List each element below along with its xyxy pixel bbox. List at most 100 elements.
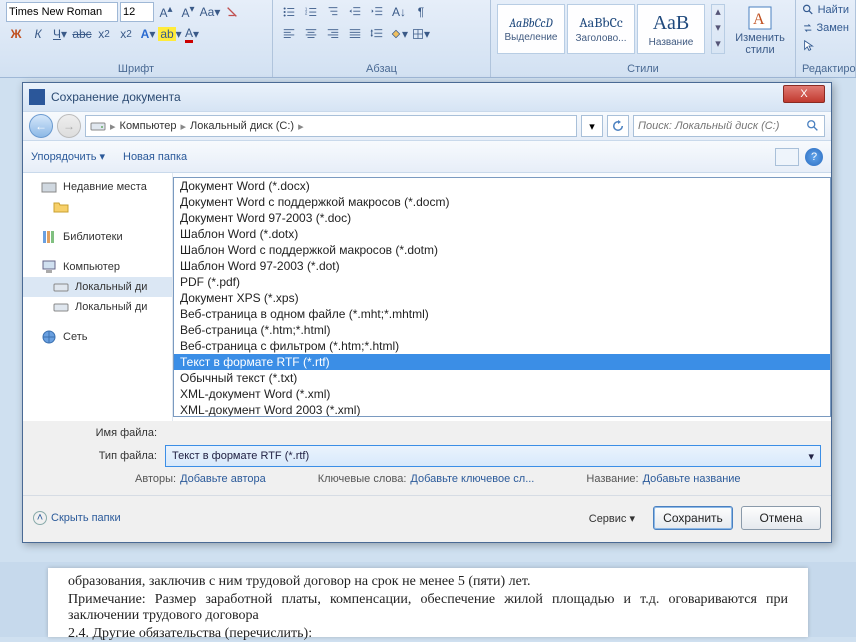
ribbon-group-font: A▴ A▾ Aa▾ Ж К Ч▾ abc x2 x2 A▾ ab▾ A▾ Шри… (0, 0, 273, 77)
style-title[interactable]: АаВ Название (637, 4, 705, 54)
nav-back-button[interactable]: ← (29, 114, 53, 138)
font-name-select[interactable] (6, 2, 118, 22)
sort-button[interactable]: A↓ (389, 2, 409, 22)
search-box[interactable] (633, 115, 825, 137)
styles-group-label: Стили (497, 63, 789, 77)
gallery-more-icon[interactable]: ▾ (712, 37, 724, 53)
nav-network[interactable]: Сеть (23, 327, 172, 347)
keywords-value[interactable]: Добавьте ключевое сл... (410, 473, 534, 485)
ribbon-group-paragraph: 12 A↓ ¶ ▾ ▾ Абзац (273, 0, 491, 77)
nav-folder[interactable] (23, 197, 172, 217)
filetype-option[interactable]: Веб-страница с фильтром (*.htm;*.html) (174, 338, 830, 354)
nav-local-disk-1[interactable]: Локальный ди (23, 277, 172, 297)
decrease-indent-button[interactable] (345, 2, 365, 22)
filetype-option[interactable]: Текст в формате RTF (*.rtf) (174, 354, 830, 370)
style-heading[interactable]: AaBbCc Заголово... (567, 4, 635, 54)
authors-label: Авторы: (135, 473, 176, 485)
libraries-icon (41, 230, 57, 244)
align-center-button[interactable] (301, 24, 321, 44)
select-button[interactable] (802, 38, 849, 54)
filetype-option[interactable]: Документ Word (*.docx) (174, 178, 830, 194)
nav-libraries[interactable]: Библиотеки (23, 227, 172, 247)
hide-folders-button[interactable]: ˄ Скрыть папки (33, 511, 121, 525)
filetype-option[interactable]: Шаблон Word с поддержкой макросов (*.dot… (174, 242, 830, 258)
subscript-button[interactable]: x2 (94, 24, 114, 44)
nav-recent[interactable]: Недавние места (23, 177, 172, 197)
nav-pane: Недавние места Библиотеки Компьютер Лока… (23, 173, 173, 421)
filetype-dropdown[interactable]: Документ Word (*.docx)Документ Word с по… (173, 177, 831, 417)
address-dropdown-button[interactable]: ▾ (581, 115, 603, 137)
multilevel-button[interactable] (323, 2, 343, 22)
style-emphasis[interactable]: AaBbCcD Выделение (497, 4, 565, 54)
bullets-button[interactable] (279, 2, 299, 22)
filetype-option[interactable]: Документ Word 97-2003 (*.doc) (174, 210, 830, 226)
bold-button[interactable]: Ж (6, 24, 26, 44)
gallery-up-icon[interactable]: ▴ (712, 5, 724, 21)
nav-computer[interactable]: Компьютер (23, 257, 172, 277)
nav-forward-button[interactable]: → (57, 114, 81, 138)
find-icon (802, 3, 815, 17)
change-styles-button[interactable]: A Изменить стили (731, 2, 789, 56)
filetype-select[interactable]: Текст в формате RTF (*.rtf)▾ (165, 445, 821, 467)
clear-format-button[interactable] (222, 2, 242, 22)
gallery-down-icon[interactable]: ▾ (712, 21, 724, 37)
borders-button[interactable]: ▾ (411, 24, 431, 44)
organize-button[interactable]: Упорядочить ▾ (31, 150, 105, 163)
path-computer[interactable]: Компьютер (120, 120, 177, 132)
find-button[interactable]: Найти (802, 2, 849, 18)
show-marks-button[interactable]: ¶ (411, 2, 431, 22)
select-icon (802, 39, 816, 53)
cancel-button[interactable]: Отмена (741, 506, 821, 530)
search-input[interactable] (638, 120, 806, 132)
italic-button[interactable]: К (28, 24, 48, 44)
save-form: Имя файла: Тип файла: Текст в формате RT… (23, 421, 831, 495)
line-spacing-button[interactable] (367, 24, 387, 44)
authors-value[interactable]: Добавьте автора (180, 473, 266, 485)
filetype-option[interactable]: Шаблон Word 97-2003 (*.dot) (174, 258, 830, 274)
refresh-button[interactable] (607, 115, 629, 137)
justify-button[interactable] (345, 24, 365, 44)
keywords-label: Ключевые слова: (318, 473, 407, 485)
save-button[interactable]: Сохранить (653, 506, 733, 530)
shading-button[interactable]: ▾ (389, 24, 409, 44)
replace-button[interactable]: Замен (802, 20, 849, 36)
filetype-option[interactable]: XML-документ Word 2003 (*.xml) (174, 402, 830, 417)
filetype-option[interactable]: Веб-страница (*.htm;*.html) (174, 322, 830, 338)
path-disk[interactable]: Локальный диск (C:) (190, 120, 294, 132)
filetype-option[interactable]: XML-документ Word (*.xml) (174, 386, 830, 402)
numbering-button[interactable]: 12 (301, 2, 321, 22)
filetype-option[interactable]: Шаблон Word (*.dotx) (174, 226, 830, 242)
change-case-button[interactable]: Aa▾ (200, 2, 220, 22)
filetype-option[interactable]: Обычный текст (*.txt) (174, 370, 830, 386)
font-color-button[interactable]: A▾ (182, 24, 202, 44)
service-button[interactable]: Сервис ▾ (589, 512, 635, 525)
highlight-button[interactable]: ab▾ (160, 24, 180, 44)
address-bar[interactable]: ▸ Компьютер ▸ Локальный диск (C:) ▸ (85, 115, 577, 137)
increase-indent-button[interactable] (367, 2, 387, 22)
help-button[interactable]: ? (805, 148, 823, 166)
shrink-font-button[interactable]: A▾ (178, 2, 198, 22)
save-dialog: Сохранение документа X ← → ▸ Компьютер ▸… (22, 82, 832, 543)
explorer-toolbar: Упорядочить ▾ Новая папка ? (23, 141, 831, 173)
filetype-option[interactable]: PDF (*.pdf) (174, 274, 830, 290)
filetype-option[interactable]: Документ XPS (*.xps) (174, 290, 830, 306)
grow-font-button[interactable]: A▴ (156, 2, 176, 22)
view-button[interactable] (775, 148, 799, 166)
filetype-option[interactable]: Документ Word с поддержкой макросов (*.d… (174, 194, 830, 210)
font-size-select[interactable] (120, 2, 154, 22)
title-value[interactable]: Добавьте название (643, 473, 741, 485)
doc-line: Примечание: Размер заработной платы, ком… (68, 592, 788, 624)
arrow-right-icon: → (63, 119, 75, 133)
text-effects-button[interactable]: A▾ (138, 24, 158, 44)
underline-button[interactable]: Ч▾ (50, 24, 70, 44)
nav-local-disk-2[interactable]: Локальный ди (23, 297, 172, 317)
styles-gallery[interactable]: AaBbCcD Выделение AaBbCc Заголово... АаВ… (497, 4, 705, 54)
strike-button[interactable]: abc (72, 24, 92, 44)
align-right-button[interactable] (323, 24, 343, 44)
align-left-button[interactable] (279, 24, 299, 44)
close-button[interactable]: X (783, 85, 825, 103)
filetype-option[interactable]: Веб-страница в одном файле (*.mht;*.mhtm… (174, 306, 830, 322)
new-folder-button[interactable]: Новая папка (123, 151, 187, 163)
superscript-button[interactable]: x2 (116, 24, 136, 44)
explorer-nav: ← → ▸ Компьютер ▸ Локальный диск (C:) ▸ … (23, 111, 831, 141)
